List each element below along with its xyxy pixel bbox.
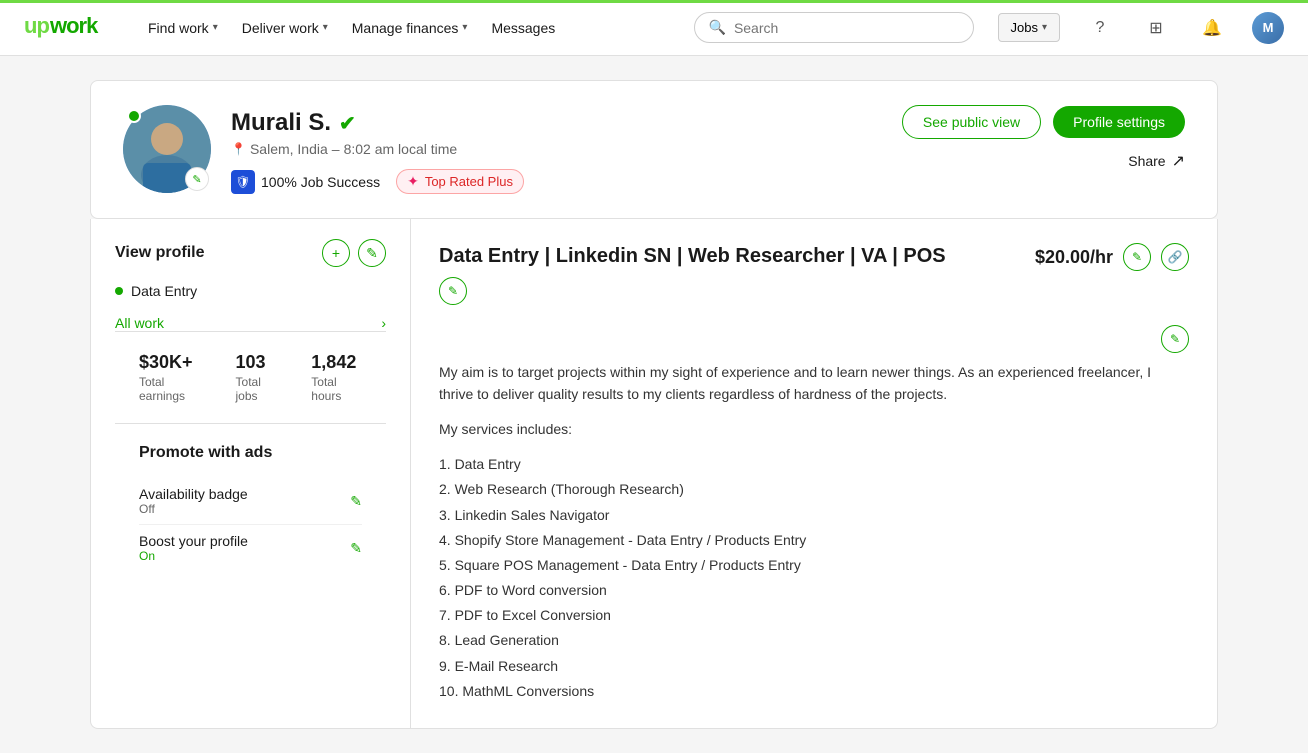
job-title: Data Entry | Linkedin SN | Web Researche… [439,243,946,269]
top-rated-badge: ✦ Top Rated Plus [396,169,524,194]
online-indicator [127,109,141,123]
profile-header: ✎ Murali S. ✔ 📍 Salem, India – 8:02 am l… [123,105,1185,194]
boost-edit-icon[interactable]: ✎ [350,540,362,557]
service-item-2: 2. Web Research (Thorough Research) [439,477,1189,502]
job-rate-row: $20.00/hr ✎ 🔗 [1035,243,1189,271]
bell-icon[interactable]: 🔔 [1196,12,1228,44]
nav-messages[interactable]: Messages [481,14,565,42]
edit-profile-button[interactable]: ✎ [358,239,386,267]
profile-left: ✎ Murali S. ✔ 📍 Salem, India – 8:02 am l… [123,105,524,194]
job-title-left: Data Entry | Linkedin SN | Web Researche… [439,243,946,305]
total-jobs-stat: 103 Total jobs [236,352,280,403]
promote-section: Promote with ads Availability badge Off … [115,423,386,591]
sidebar-section-actions: + ✎ [322,239,386,267]
stats-row: $30K+ Total earnings 103 Total jobs 1,84… [115,331,386,423]
search-icon: 🔍 [709,19,726,36]
service-item-8: 8. Lead Generation [439,628,1189,653]
rate-edit-button[interactable]: ✎ [1123,243,1151,271]
profile-actions: See public view Profile settings Share ↗ [902,105,1185,171]
service-item-10: 10. MathML Conversions [439,679,1189,704]
profile-location: 📍 Salem, India – 8:02 am local time [231,141,524,157]
service-item-7: 7. PDF to Excel Conversion [439,603,1189,628]
service-item-9: 9. E-Mail Research [439,654,1189,679]
nav-manage-finances[interactable]: Manage finances ▾ [342,14,478,42]
star-icon: ✦ [407,173,419,190]
bio-services-list: 1. Data Entry 2. Web Research (Thorough … [439,452,1189,704]
action-buttons: See public view Profile settings [902,105,1185,139]
shield-icon: 🛡 [231,170,255,194]
chevron-right-icon: › [381,315,386,331]
location-icon: 📍 [231,142,246,156]
avatar-edit-button[interactable]: ✎ [185,167,209,191]
verified-badge: ✔ [339,111,356,136]
sidebar: View profile + ✎ Data Entry All work › [91,219,411,728]
chevron-down-icon: ▾ [1042,22,1047,33]
availability-edit-icon[interactable]: ✎ [350,493,362,510]
add-profile-button[interactable]: + [322,239,350,267]
availability-badge-item: Availability badge Off ✎ [139,478,362,525]
sidebar-section-header: View profile + ✎ [115,239,386,267]
boost-profile-item: Boost your profile On ✎ [139,525,362,571]
profile-card: ✎ Murali S. ✔ 📍 Salem, India – 8:02 am l… [90,80,1218,219]
search-input[interactable] [734,20,959,36]
chevron-down-icon: ▾ [213,22,218,33]
search-bar[interactable]: 🔍 [694,12,974,43]
main-content: Data Entry | Linkedin SN | Web Researche… [411,219,1217,728]
navbar: up work Find work ▾ Deliver work ▾ Manag… [0,0,1308,56]
sidebar-profile-item: Data Entry [115,279,386,303]
svg-text:up: up [24,13,49,38]
profile-info: Murali S. ✔ 📍 Salem, India – 8:02 am loc… [231,105,524,194]
total-hours-stat: 1,842 Total hours [311,352,362,403]
nav-find-work[interactable]: Find work ▾ [138,14,228,42]
chevron-down-icon: ▾ [462,22,467,33]
job-rate: $20.00/hr [1035,247,1113,268]
title-edit-button[interactable]: ✎ [439,277,467,305]
svg-text:work: work [49,13,99,38]
view-profile-label: View profile [115,244,205,262]
job-success-badge: 🛡 100% Job Success [231,170,380,194]
help-icon[interactable]: ? [1084,12,1116,44]
nav-links: Find work ▾ Deliver work ▾ Manage financ… [138,14,565,42]
see-public-view-button[interactable]: See public view [902,105,1041,139]
share-icon: ↗ [1172,151,1185,171]
profile-name: Murali S. ✔ [231,109,524,137]
bio-intro: My aim is to target projects within my s… [439,361,1189,406]
chevron-down-icon: ▾ [323,22,328,33]
profile-settings-button[interactable]: Profile settings [1053,106,1185,138]
user-avatar[interactable]: M [1252,12,1284,44]
service-item-3: 3. Linkedin Sales Navigator [439,503,1189,528]
service-item-5: 5. Square POS Management - Data Entry / … [439,553,1189,578]
content-grid: View profile + ✎ Data Entry All work › [90,219,1218,729]
all-work-link[interactable]: All work › [115,315,386,331]
view-profile-section: View profile + ✎ Data Entry All work › [115,239,386,331]
jobs-dropdown-button[interactable]: Jobs ▾ [998,13,1061,42]
bio-section: ✎ My aim is to target projects within my… [439,321,1189,704]
share-button[interactable]: Share ↗ [1128,151,1185,171]
service-item-1: 1. Data Entry [439,452,1189,477]
upwork-logo[interactable]: up work [24,11,114,45]
total-earnings-stat: $30K+ Total earnings [139,352,204,403]
rate-link-button[interactable]: 🔗 [1161,243,1189,271]
bio-services-header: My services includes: [439,418,1189,440]
service-item-6: 6. PDF to Word conversion [439,578,1189,603]
service-item-4: 4. Shopify Store Management - Data Entry… [439,528,1189,553]
grid-icon[interactable]: ⊞ [1140,12,1172,44]
job-title-row: Data Entry | Linkedin SN | Web Researche… [439,243,1189,305]
bio-edit-button[interactable]: ✎ [1161,325,1189,353]
active-dot [115,287,123,295]
avatar-wrapper: ✎ [123,105,211,193]
profile-badges: 🛡 100% Job Success ✦ Top Rated Plus [231,169,524,194]
nav-deliver-work[interactable]: Deliver work ▾ [232,14,338,42]
page-container: ✎ Murali S. ✔ 📍 Salem, India – 8:02 am l… [74,80,1234,729]
